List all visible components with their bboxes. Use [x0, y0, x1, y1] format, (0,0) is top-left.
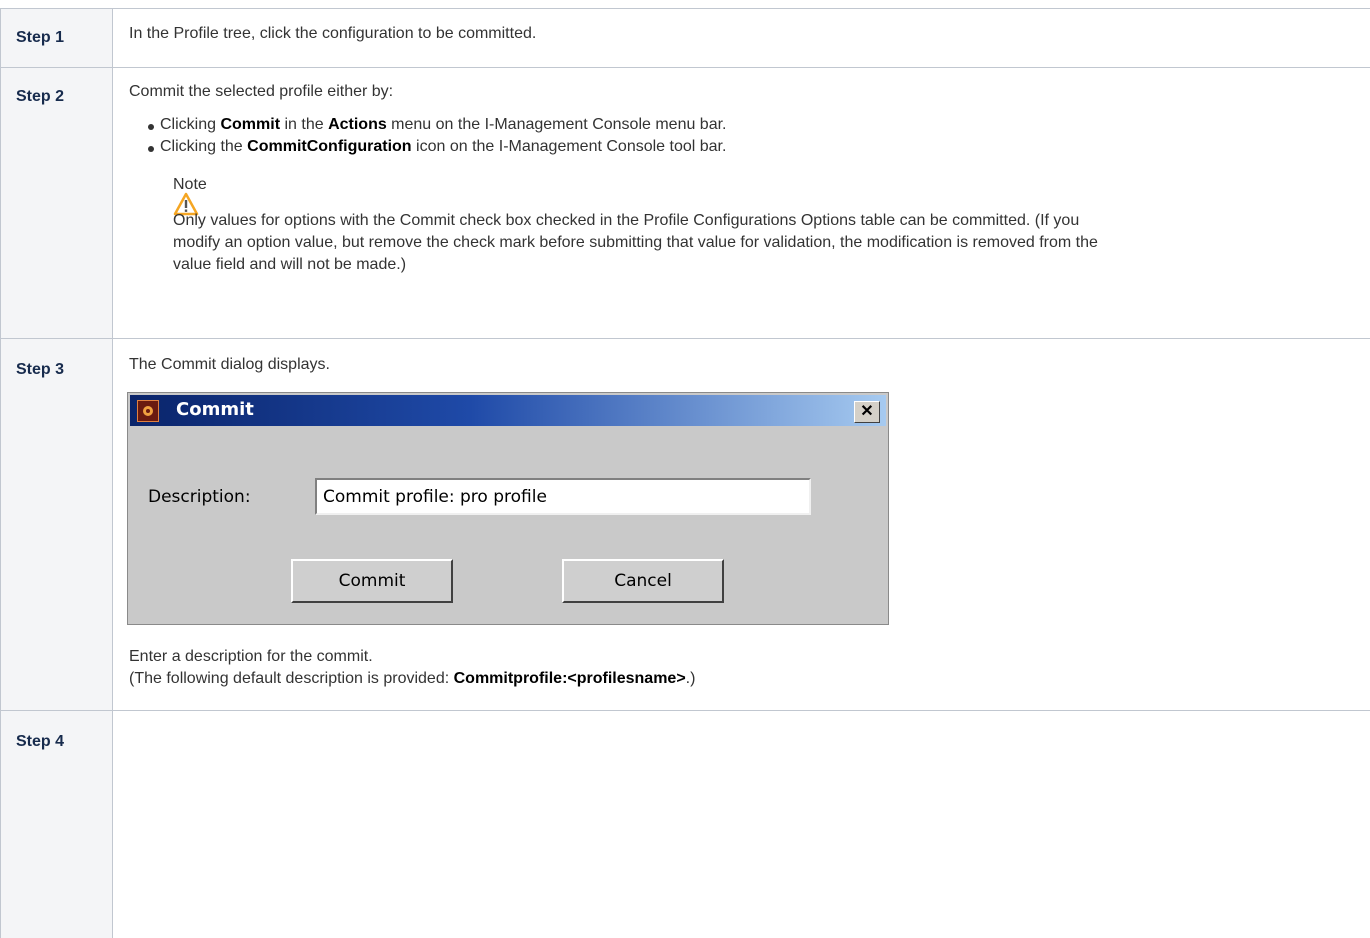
- step-row-4: Step 4: [0, 710, 1370, 938]
- dialog-title: Commit: [176, 399, 254, 420]
- step-row-2: Step 2 Commit the selected profile eithe…: [0, 67, 1370, 339]
- description-input[interactable]: Commit profile: pro profile: [315, 478, 811, 515]
- cancel-button[interactable]: Cancel: [562, 559, 724, 603]
- close-icon[interactable]: ✕: [854, 401, 880, 423]
- step-row-1: Step 1 In the Profile tree, click the co…: [0, 8, 1370, 68]
- step-text: In the Profile tree, click the configura…: [129, 25, 537, 42]
- step-header-1: Step 1: [0, 9, 113, 68]
- step-content-4: [129, 711, 1360, 938]
- app-icon: [137, 400, 159, 422]
- note-line-1: Only values for options with the Commit …: [173, 212, 1080, 229]
- bullet-item-2: Clicking the CommitConfiguration icon on…: [160, 138, 727, 155]
- commit-dialog: Commit ✕ Description: Commit profile: pr…: [127, 392, 889, 625]
- note-line-2: modify an option value, but remove the c…: [173, 234, 1098, 251]
- step-label: Step 2: [16, 88, 65, 105]
- step-intro: Commit the selected profile either by:: [129, 83, 394, 100]
- step-header-3: Step 3: [0, 339, 113, 711]
- step-label: Step 1: [16, 29, 65, 46]
- step-after-1: Enter a description for the commit.: [129, 648, 373, 665]
- step-content-2: Commit the selected profile either by: C…: [129, 68, 1360, 339]
- commit-button[interactable]: Commit: [291, 559, 453, 603]
- step-after-2: (The following default description is pr…: [129, 670, 696, 687]
- step-header-4: Step 4: [0, 711, 113, 938]
- step-content-1: In the Profile tree, click the configura…: [129, 9, 1360, 68]
- step-label: Step 4: [16, 733, 65, 750]
- step-text: The Commit dialog displays.: [129, 356, 330, 373]
- bullet-item-1: Clicking Commit in the Actions menu on t…: [160, 116, 727, 133]
- bullet-dot: [148, 124, 154, 130]
- dialog-title-bar: Commit ✕: [130, 395, 886, 426]
- step-label: Step 3: [16, 361, 65, 378]
- note-line-3: value field and will not be made.): [173, 256, 407, 273]
- bullet-dot: [148, 146, 154, 152]
- step-header-2: Step 2: [0, 68, 113, 339]
- description-label: Description:: [148, 487, 251, 507]
